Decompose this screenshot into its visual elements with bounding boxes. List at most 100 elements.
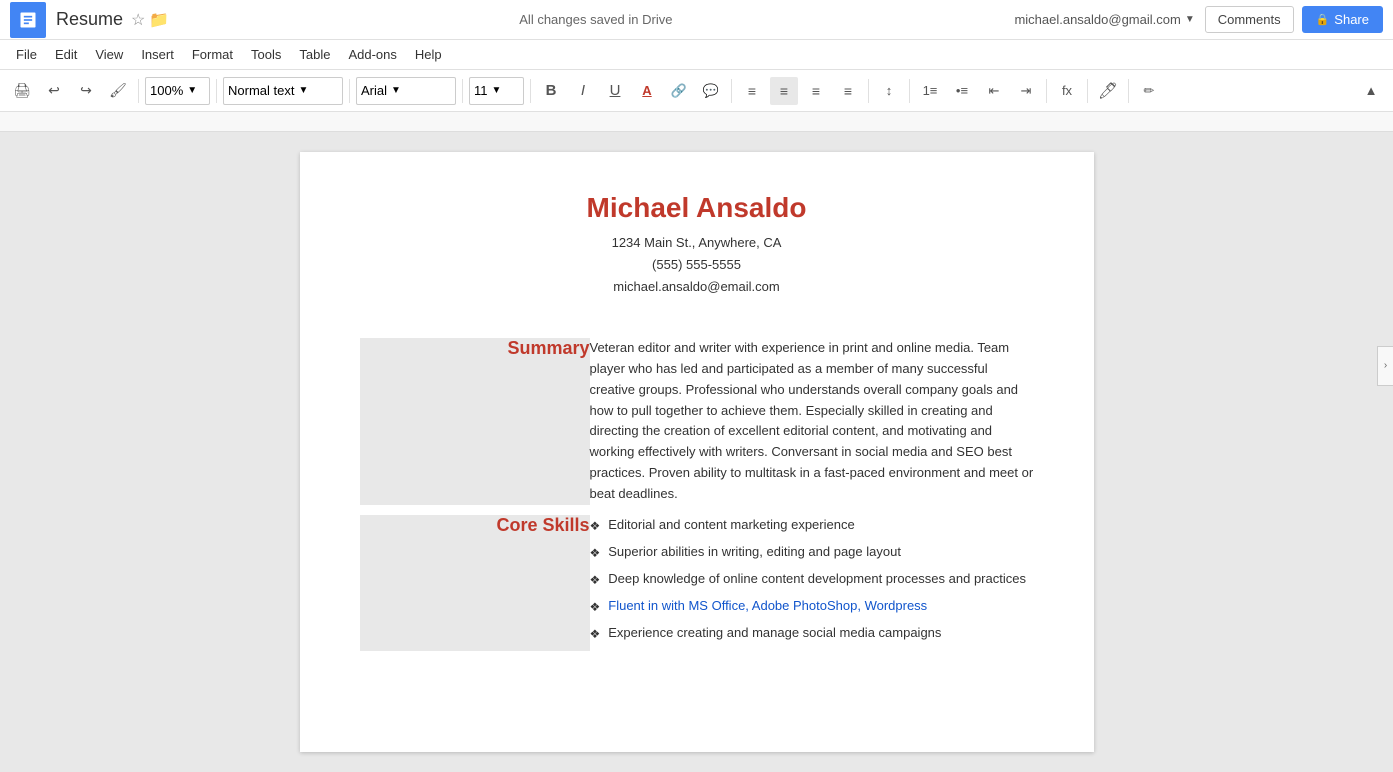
top-bar: Resume ☆ 📁 All changes saved in Drive mi…	[0, 0, 1393, 40]
separator-5	[530, 79, 531, 103]
summary-row: Summary Veteran editor and writer with e…	[360, 338, 1034, 504]
autosave-status: All changes saved in Drive	[177, 12, 1014, 27]
link-button[interactable]: 🔗	[665, 77, 693, 105]
font-select[interactable]: Arial ▼	[356, 77, 456, 105]
line-spacing-button[interactable]: ↕	[875, 77, 903, 105]
lock-icon: 🔒	[1316, 13, 1330, 26]
page[interactable]: Michael Ansaldo 1234 Main St., Anywhere,…	[300, 152, 1094, 752]
summary-label: Summary	[507, 338, 589, 358]
menu-tools[interactable]: Tools	[243, 43, 289, 66]
drawing-button[interactable]: ✏	[1135, 77, 1163, 105]
separator-10	[1087, 79, 1088, 103]
style-select[interactable]: Normal text ▼	[223, 77, 343, 105]
font-color-button[interactable]: A	[633, 77, 661, 105]
highlight-button[interactable]: 🖊	[1094, 77, 1122, 105]
resume-contact: 1234 Main St., Anywhere, CA (555) 555-55…	[360, 232, 1034, 298]
summary-content-cell: Veteran editor and writer with experienc…	[590, 338, 1034, 504]
share-label: Share	[1334, 12, 1369, 27]
undo-button[interactable]: ↩	[40, 77, 68, 105]
bullet-item-5: ❖ Experience creating and manage social …	[590, 623, 1034, 644]
bullet-text-5: Experience creating and manage social me…	[608, 623, 941, 644]
size-dropdown-icon: ▼	[492, 85, 502, 96]
menu-file[interactable]: File	[8, 43, 45, 66]
zoom-dropdown-icon: ▼	[187, 85, 197, 96]
separator-6	[731, 79, 732, 103]
print-button[interactable]: 🖨	[8, 77, 36, 105]
align-center-button[interactable]: ≡	[770, 77, 798, 105]
resume-header: Michael Ansaldo 1234 Main St., Anywhere,…	[360, 192, 1034, 298]
align-right-button[interactable]: ≡	[802, 77, 830, 105]
collapse-toolbar-button[interactable]: ▲	[1357, 77, 1385, 105]
comment-button[interactable]: 💬	[697, 77, 725, 105]
core-skills-row: Core Skills ❖ Editorial and content mark…	[360, 515, 1034, 651]
menu-help[interactable]: Help	[407, 43, 450, 66]
core-skills-label: Core Skills	[496, 515, 589, 535]
resume-email: michael.ansaldo@email.com	[360, 276, 1034, 298]
font-value: Arial	[361, 83, 387, 98]
bullet-diamond-2: ❖	[590, 544, 601, 563]
separator-11	[1128, 79, 1129, 103]
ruler-inner	[0, 112, 1393, 131]
bold-button[interactable]: B	[537, 77, 565, 105]
increase-indent-button[interactable]: ⇥	[1012, 77, 1040, 105]
style-dropdown-icon: ▼	[298, 85, 308, 96]
separator-2	[216, 79, 217, 103]
bullet-diamond-1: ❖	[590, 517, 601, 536]
user-email-area: michael.ansaldo@gmail.com ▼	[1014, 12, 1194, 27]
summary-text: Veteran editor and writer with experienc…	[590, 340, 1034, 501]
justify-button[interactable]: ≡	[834, 77, 862, 105]
resume-address: 1234 Main St., Anywhere, CA	[360, 232, 1034, 254]
separator-9	[1046, 79, 1047, 103]
summary-label-cell: Summary	[360, 338, 590, 504]
app-icon	[10, 2, 46, 38]
bullet-text-2: Superior abilities in writing, editing a…	[608, 542, 901, 563]
italic-button[interactable]: I	[569, 77, 597, 105]
decrease-indent-button[interactable]: ⇤	[980, 77, 1008, 105]
user-email-text: michael.ansaldo@gmail.com	[1014, 12, 1180, 27]
bullet-item-4: ❖ Fluent in with MS Office, Adobe PhotoS…	[590, 596, 1034, 617]
spacer-row	[360, 505, 1034, 515]
comments-button[interactable]: Comments	[1205, 6, 1294, 33]
folder-icon[interactable]: 📁	[149, 10, 169, 30]
zoom-select[interactable]: 100% ▼	[145, 77, 210, 105]
doc-title[interactable]: Resume	[56, 9, 123, 30]
core-skills-label-cell: Core Skills	[360, 515, 590, 651]
document-area: Michael Ansaldo 1234 Main St., Anywhere,…	[0, 132, 1393, 772]
bullet-diamond-3: ❖	[590, 571, 601, 590]
formula-button[interactable]: fx	[1053, 77, 1081, 105]
bullet-item-1: ❖ Editorial and content marketing experi…	[590, 515, 1034, 536]
ruler	[0, 112, 1393, 132]
redo-button[interactable]: ↪	[72, 77, 100, 105]
resume-phone: (555) 555-5555	[360, 254, 1034, 276]
underline-button[interactable]: U	[601, 77, 629, 105]
bulleted-list-button[interactable]: •≡	[948, 77, 976, 105]
align-left-button[interactable]: ≡	[738, 77, 766, 105]
menu-table[interactable]: Table	[291, 43, 338, 66]
share-button[interactable]: 🔒 Share	[1302, 6, 1383, 33]
separator-8	[909, 79, 910, 103]
menu-bar: File Edit View Insert Format Tools Table…	[0, 40, 1393, 70]
toolbar: 🖨 ↩ ↪ 🖌 100% ▼ Normal text ▼ Arial ▼ 11 …	[0, 70, 1393, 112]
resume-sections-table: Summary Veteran editor and writer with e…	[360, 338, 1034, 650]
zoom-value: 100%	[150, 83, 183, 98]
menu-view[interactable]: View	[87, 43, 131, 66]
font-dropdown-icon: ▼	[391, 85, 401, 96]
right-collapse-button[interactable]: ›	[1377, 346, 1393, 386]
style-value: Normal text	[228, 83, 294, 98]
separator-7	[868, 79, 869, 103]
resume-name: Michael Ansaldo	[360, 192, 1034, 224]
separator-1	[138, 79, 139, 103]
menu-insert[interactable]: Insert	[133, 43, 182, 66]
bullet-item-2: ❖ Superior abilities in writing, editing…	[590, 542, 1034, 563]
bullet-item-3: ❖ Deep knowledge of online content devel…	[590, 569, 1034, 590]
size-select[interactable]: 11 ▼	[469, 77, 524, 105]
user-dropdown-icon[interactable]: ▼	[1185, 14, 1195, 25]
star-icon[interactable]: ☆	[131, 10, 145, 30]
separator-3	[349, 79, 350, 103]
menu-format[interactable]: Format	[184, 43, 241, 66]
numbered-list-button[interactable]: 1≡	[916, 77, 944, 105]
paint-format-button[interactable]: 🖌	[104, 77, 132, 105]
bullet-text-1: Editorial and content marketing experien…	[608, 515, 854, 536]
menu-addons[interactable]: Add-ons	[340, 43, 404, 66]
menu-edit[interactable]: Edit	[47, 43, 85, 66]
